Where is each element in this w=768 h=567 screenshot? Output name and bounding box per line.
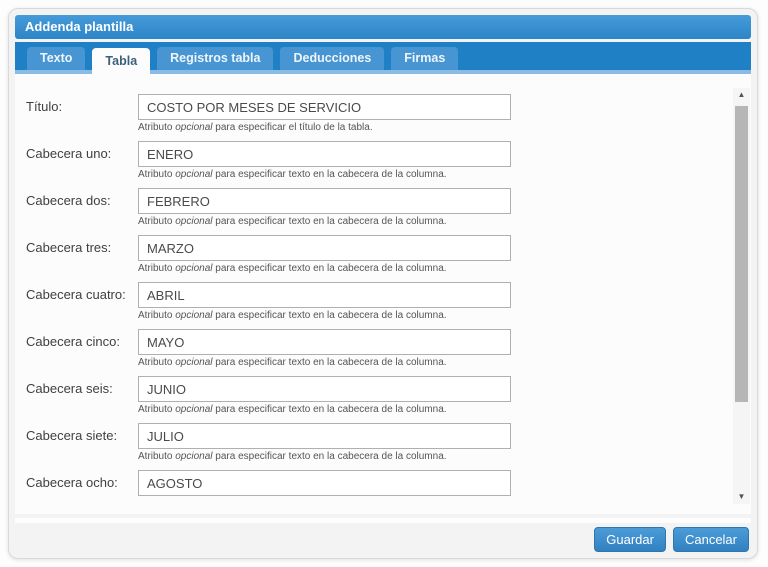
field-label: Cabecera dos: <box>26 188 138 228</box>
text-input[interactable] <box>138 94 511 120</box>
form-row: Cabecera ocho: <box>26 470 751 510</box>
help-italic: opcional <box>175 263 212 274</box>
tab-registros-tabla[interactable]: Registros tabla <box>157 47 273 70</box>
cancel-button[interactable]: Cancelar <box>673 527 749 552</box>
field-label: Cabecera ocho: <box>26 470 138 510</box>
field-help: Atributo opcional para especificar texto… <box>138 216 511 228</box>
help-italic: opcional <box>175 122 212 133</box>
field-main: Atributo opcional para especificar texto… <box>138 188 511 228</box>
help-post: para especificar texto en la cabecera de… <box>215 216 446 227</box>
dialog-footer: Guardar Cancelar <box>15 518 751 556</box>
field-main <box>138 470 511 510</box>
field-main: Atributo opcional para especificar el tí… <box>138 94 511 134</box>
field-main: Atributo opcional para especificar texto… <box>138 235 511 275</box>
field-help: Atributo opcional para especificar texto… <box>138 404 511 416</box>
scrollbar-thumb[interactable] <box>735 106 748 402</box>
help-pre: Atributo <box>138 216 172 227</box>
help-italic: opcional <box>175 357 212 368</box>
help-pre: Atributo <box>138 404 172 415</box>
help-post: para especificar texto en la cabecera de… <box>215 357 446 368</box>
tab-tabla[interactable]: Tabla <box>92 48 150 74</box>
help-pre: Atributo <box>138 263 172 274</box>
help-pre: Atributo <box>138 451 172 462</box>
text-input[interactable] <box>138 376 511 402</box>
text-input[interactable] <box>138 282 511 308</box>
field-help <box>138 498 511 510</box>
field-label: Cabecera cinco: <box>26 329 138 369</box>
help-italic: opcional <box>175 216 212 227</box>
text-input[interactable] <box>138 141 511 167</box>
text-input[interactable] <box>138 423 511 449</box>
help-pre: Atributo <box>138 357 172 368</box>
help-italic: opcional <box>175 404 212 415</box>
help-post: para especificar el título de la tabla. <box>215 122 372 133</box>
field-help: Atributo opcional para especificar texto… <box>138 169 511 181</box>
form: Título: Atributo opcional para especific… <box>26 94 751 510</box>
field-label: Título: <box>26 94 138 134</box>
text-input[interactable] <box>138 235 511 261</box>
help-italic: opcional <box>175 451 212 462</box>
field-help: Atributo opcional para especificar texto… <box>138 451 511 463</box>
help-post: para especificar texto en la cabecera de… <box>215 263 446 274</box>
field-main: Atributo opcional para especificar texto… <box>138 282 511 322</box>
help-post: para especificar texto en la cabecera de… <box>215 310 446 321</box>
help-pre: Atributo <box>138 169 172 180</box>
tab-deducciones[interactable]: Deducciones <box>280 47 384 70</box>
field-help: Atributo opcional para especificar texto… <box>138 263 511 275</box>
text-input[interactable] <box>138 470 511 496</box>
help-italic: opcional <box>175 310 212 321</box>
scrollbar[interactable]: ▲ ▼ <box>733 88 750 504</box>
field-help: Atributo opcional para especificar texto… <box>138 357 511 369</box>
field-label: Cabecera uno: <box>26 141 138 181</box>
field-help: Atributo opcional para especificar el tí… <box>138 122 511 134</box>
tab-bar: Texto Tabla Registros tabla Deducciones … <box>15 42 751 74</box>
form-row: Cabecera tres: Atributo opcional para es… <box>26 235 751 275</box>
form-row: Cabecera cinco: Atributo opcional para e… <box>26 329 751 369</box>
field-label: Cabecera siete: <box>26 423 138 463</box>
form-row: Título: Atributo opcional para especific… <box>26 94 751 134</box>
dialog-title: Addenda plantilla <box>15 15 751 39</box>
help-post: para especificar texto en la cabecera de… <box>215 404 446 415</box>
field-help: Atributo opcional para especificar texto… <box>138 310 511 322</box>
help-post: para especificar texto en la cabecera de… <box>215 169 446 180</box>
field-main: Atributo opcional para especificar texto… <box>138 329 511 369</box>
form-row: Cabecera uno: Atributo opcional para esp… <box>26 141 751 181</box>
help-pre: Atributo <box>138 310 172 321</box>
text-input[interactable] <box>138 188 511 214</box>
text-input[interactable] <box>138 329 511 355</box>
form-row: Cabecera siete: Atributo opcional para e… <box>26 423 751 463</box>
form-row: Cabecera cuatro: Atributo opcional para … <box>26 282 751 322</box>
field-label: Cabecera tres: <box>26 235 138 275</box>
tab-panel-tabla: Título: Atributo opcional para especific… <box>15 74 751 514</box>
help-italic: opcional <box>175 169 212 180</box>
field-main: Atributo opcional para especificar texto… <box>138 141 511 181</box>
save-button[interactable]: Guardar <box>594 527 666 552</box>
field-main: Atributo opcional para especificar texto… <box>138 423 511 463</box>
scroll-up-icon[interactable]: ▲ <box>733 88 750 102</box>
scroll-down-icon[interactable]: ▼ <box>733 490 750 504</box>
help-post: para especificar texto en la cabecera de… <box>215 451 446 462</box>
field-label: Cabecera seis: <box>26 376 138 416</box>
addenda-plantilla-dialog: Addenda plantilla Texto Tabla Registros … <box>8 8 758 559</box>
tab-texto[interactable]: Texto <box>27 47 85 70</box>
field-label: Cabecera cuatro: <box>26 282 138 322</box>
help-pre: Atributo <box>138 122 172 133</box>
form-row: Cabecera seis: Atributo opcional para es… <box>26 376 751 416</box>
tab-firmas[interactable]: Firmas <box>391 47 458 70</box>
field-main: Atributo opcional para especificar texto… <box>138 376 511 416</box>
form-row: Cabecera dos: Atributo opcional para esp… <box>26 188 751 228</box>
